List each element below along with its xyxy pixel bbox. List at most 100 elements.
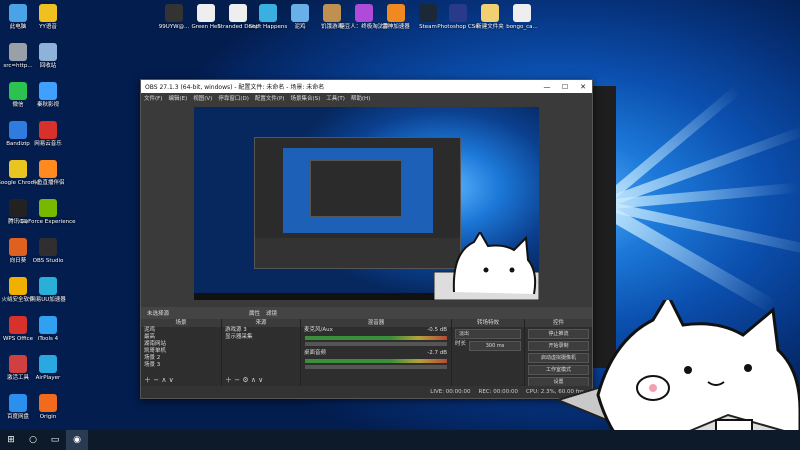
app-icon [9, 43, 27, 61]
app-icon [165, 4, 183, 22]
preview-canvas[interactable] [194, 107, 539, 300]
desktop-icon-label: 网易云音乐 [34, 141, 62, 147]
desktop-icon-label: 斗鱼直播伴侣 [31, 180, 65, 186]
desktop-icon-label: AirPlayer [35, 375, 61, 381]
app-icon [291, 4, 309, 22]
scene-controls[interactable]: ＋ − ∧ ∨ [144, 375, 174, 385]
app-icon [39, 43, 57, 61]
mixer-channel: 麦克风/Aux -0.5 dB [301, 327, 451, 346]
desktop-icon-label: 微信 [12, 102, 24, 108]
desktop-icon[interactable]: 斗鱼直播伴侣 [28, 160, 68, 187]
desktop-icon-label: Origin [39, 414, 57, 420]
menu-scene-collection[interactable]: 场景集合(S) [290, 94, 320, 102]
scene-item[interactable]: 最高 [141, 334, 221, 341]
desktop-icon[interactable]: iTools 4 [28, 316, 68, 343]
desktop-icon-label: 秦秋影视 [36, 102, 59, 108]
desktop-icon[interactable]: Origin [28, 394, 68, 421]
desktop-icon[interactable]: AirPlayer [28, 355, 68, 382]
source-controls[interactable]: ＋ − ⚙ ∧ ∨ [225, 375, 263, 385]
scenes-dock: 场景 泥鸡 最高 湖南网站 凯哥单机 场景 2 场景 3 ＋ − ∧ ∨ [141, 319, 222, 386]
app-icon [39, 238, 57, 256]
desktop-icon-label: OBS Studio [32, 258, 64, 264]
scene-item[interactable]: 泥鸡 [141, 327, 221, 334]
desktop-icon-label: 回收站 [39, 63, 57, 69]
scene-item[interactable]: 凯哥单机 [141, 348, 221, 355]
obs-title-bar[interactable]: OBS 27.1.3 (64-bit, windows) - 配置文件: 未命名… [141, 80, 592, 93]
live-status: LIVE: 00:00:00 [430, 389, 471, 395]
desktop-icon[interactable]: GeForce Experience [21, 199, 75, 226]
search-icon[interactable]: ○ [22, 430, 44, 450]
app-icon [355, 4, 373, 22]
transitions-dock: 转场特效 淡出 时长 300 ms [452, 319, 525, 386]
desktop-icon[interactable]: YY语音 [28, 4, 68, 31]
app-icon [513, 4, 531, 22]
menu-help[interactable]: 帮助(H) [351, 94, 370, 102]
app-icon [9, 316, 27, 334]
app-icon [39, 121, 57, 139]
desktop-icon[interactable]: 回收站 [28, 43, 68, 70]
desktop-icon-label: bongo_ca... [506, 24, 538, 30]
app-icon [449, 4, 467, 22]
transition-select[interactable]: 淡出 [455, 329, 521, 339]
bongo-cat-preview [434, 232, 539, 300]
scene-item[interactable]: 湖南网站 [141, 341, 221, 348]
app-icon [323, 4, 341, 22]
windows-start-icon[interactable]: ⊞ [0, 430, 22, 450]
source-item[interactable]: 显示器采集 [222, 334, 300, 341]
source-toolbar: 未选择源 属性 滤镜 [141, 307, 592, 319]
menu-docks[interactable]: 停靠窗口(D) [218, 94, 249, 102]
desktop-icon[interactable]: bongo_ca... [502, 4, 542, 31]
app-icon [9, 277, 27, 295]
app-icon [9, 82, 27, 100]
menu-profile[interactable]: 配置文件(P) [255, 94, 285, 102]
filters-button[interactable]: 滤镜 [266, 309, 277, 317]
app-icon [39, 277, 57, 295]
desktop-icon-label: YY语音 [39, 24, 57, 30]
scene-item[interactable]: 场景 2 [141, 355, 221, 362]
sources-dock: 来源 游戏源 3 显示器采集 ＋ − ⚙ ∧ ∨ [222, 319, 301, 386]
scene-item[interactable]: 场景 3 [141, 362, 221, 369]
app-icon [9, 238, 27, 256]
properties-button[interactable]: 属性 [249, 309, 260, 317]
rec-status: REC: 00:00:00 [478, 389, 518, 395]
scenes-header: 场景 [141, 319, 221, 327]
desktop-icon-label: 新建文件夹 [476, 24, 504, 30]
scene-list: 泥鸡 最高 湖南网站 凯哥单机 场景 2 场景 3 [141, 327, 221, 369]
volume-slider[interactable] [305, 365, 447, 369]
source-item[interactable]: 游戏源 3 [222, 327, 300, 334]
menu-file[interactable]: 文件(F) [144, 94, 162, 102]
audio-mixer-dock: 混音器 麦克风/Aux -0.5 dB 桌面音频 -2.7 dB [301, 319, 452, 386]
app-icon [39, 355, 57, 373]
obs-preview-area[interactable] [141, 102, 592, 307]
app-icon [9, 394, 27, 412]
obs-window-title: OBS 27.1.3 (64-bit, windows) - 配置文件: 未命名… [145, 84, 325, 91]
desktop-icon-label: Bandizip [6, 141, 30, 147]
desktop-icon-label: 雷神加速器 [382, 24, 410, 30]
app-icon [387, 4, 405, 22]
volume-slider[interactable] [305, 342, 447, 346]
obs-taskbar-icon[interactable]: ◉ [66, 430, 88, 450]
desktop-icon[interactable]: OBS Studio [28, 238, 68, 265]
nested-obs-preview [254, 137, 461, 269]
maximize-icon[interactable]: ☐ [556, 83, 574, 91]
app-icon [229, 4, 247, 22]
desktop-icon-label: Steam [419, 24, 437, 30]
desktop-icon-label: GeForce Experience [20, 219, 76, 225]
close-icon[interactable]: ✕ [574, 83, 592, 91]
duration-input[interactable]: 300 ms [469, 341, 521, 351]
minimize-icon[interactable]: — [538, 83, 556, 91]
menu-view[interactable]: 视图(V) [193, 94, 212, 102]
obs-window[interactable]: OBS 27.1.3 (64-bit, windows) - 配置文件: 未命名… [140, 79, 593, 399]
mixer-header: 混音器 [301, 319, 451, 327]
transitions-header: 转场特效 [452, 319, 524, 327]
menu-edit[interactable]: 编辑(E) [168, 94, 187, 102]
app-icon [39, 160, 57, 178]
desktop-icon-label: 百度网盘 [6, 414, 29, 420]
desktop-icon-label: 泥鸡 [294, 24, 306, 30]
desktop-icon[interactable]: 秦秋影视 [28, 82, 68, 109]
menu-tools[interactable]: 工具(T) [326, 94, 345, 102]
desktop-icon[interactable]: 网易UU加速器 [28, 277, 68, 304]
desktop-icon[interactable]: 网易云音乐 [28, 121, 68, 148]
task-view-icon[interactable]: ▭ [44, 430, 66, 450]
channel-level: -2.7 dB [427, 350, 447, 356]
